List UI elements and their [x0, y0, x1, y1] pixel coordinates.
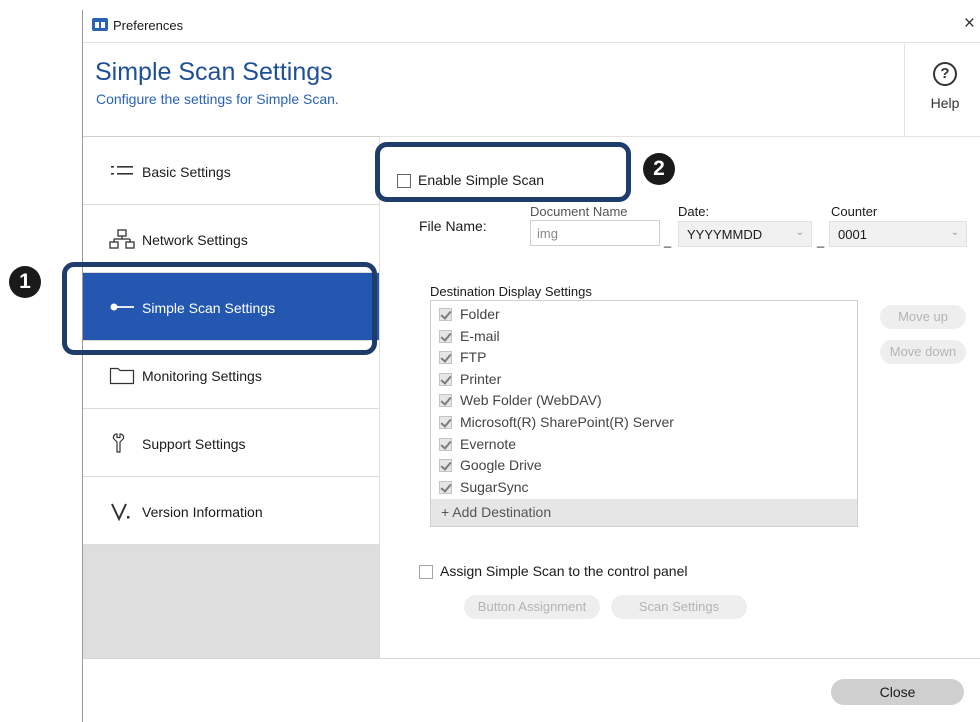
sidebar-item-label: Version Information — [142, 504, 263, 520]
sidebar-item-label: Basic Settings — [142, 164, 231, 180]
chevron-down-icon: ⌄ — [795, 227, 804, 238]
date-label: Date: — [678, 204, 750, 219]
destination-checkbox[interactable] — [439, 438, 452, 451]
counter-value: 0001 — [838, 227, 867, 242]
help-label: Help — [930, 95, 960, 111]
list-icon — [111, 166, 133, 175]
destination-checkbox[interactable] — [439, 373, 452, 386]
window-close-button[interactable]: × — [964, 14, 975, 34]
callout-simple-scan-settings — [62, 262, 377, 355]
page-header: Simple Scan Settings Configure the setti… — [83, 44, 980, 136]
page-subtitle: Configure the settings for Simple Scan. — [96, 91, 339, 107]
destination-heading: Destination Display Settings — [430, 284, 592, 299]
close-button[interactable]: Close — [831, 679, 964, 705]
scan-settings-button[interactable]: Scan Settings — [611, 595, 747, 619]
version-icon — [111, 503, 130, 521]
destination-label: SugarSync — [460, 479, 529, 495]
destination-label: Web Folder (WebDAV) — [460, 392, 602, 408]
destination-checkbox[interactable] — [439, 481, 452, 494]
header-divider — [904, 44, 905, 136]
sidebar-item-label: Support Settings — [142, 436, 246, 452]
sidebar-item-version-information[interactable]: Version Information — [83, 477, 379, 545]
destination-label: FTP — [460, 349, 487, 365]
destination-checkbox[interactable] — [439, 351, 452, 364]
destination-label: Printer — [460, 371, 502, 387]
counter-select[interactable]: 0001 ⌄ — [829, 221, 967, 247]
network-icon — [109, 229, 135, 249]
dialog-footer: Close — [83, 658, 980, 722]
counter-label: Counter — [831, 204, 878, 219]
add-destination-button[interactable]: + Add Destination — [431, 499, 857, 526]
separator-2: _ — [817, 233, 825, 248]
chevron-down-icon: ⌄ — [950, 227, 959, 238]
assign-control-panel-label: Assign Simple Scan to the control panel — [440, 563, 688, 579]
move-down-button[interactable]: Move down — [880, 340, 966, 364]
folder-icon — [109, 367, 135, 385]
simple-scan-settings-panel: Enable Simple Scan File Name: Document N… — [380, 136, 980, 658]
page-title: Simple Scan Settings — [95, 58, 333, 86]
title-bar: Preferences × — [83, 10, 980, 43]
help-button[interactable]: ? Help — [917, 62, 973, 124]
sidebar-item-label: Network Settings — [142, 232, 248, 248]
destination-checkbox[interactable] — [439, 330, 452, 343]
document-name-label: Document Name — [530, 204, 628, 219]
file-name-label: File Name: — [419, 218, 487, 234]
destination-label: Evernote — [460, 436, 517, 452]
button-assignment-button[interactable]: Button Assignment — [464, 595, 600, 619]
destination-label: Microsoft(R) SharePoint(R) Server — [460, 414, 674, 430]
window-title: Preferences — [113, 18, 184, 33]
document-name-input[interactable]: img — [530, 220, 660, 246]
destination-checkbox[interactable] — [439, 394, 452, 407]
date-format-value: YYYYMMDD — [687, 227, 763, 242]
destination-label: E-mail — [460, 328, 500, 344]
sidebar-item-label: Monitoring Settings — [142, 368, 262, 384]
callout-badge-1: 1 — [9, 266, 41, 298]
callout-enable-simple-scan — [375, 142, 631, 202]
sidebar-item-support-settings[interactable]: Support Settings — [83, 409, 379, 477]
settings-sidebar: Basic Settings Network Settings Simple S… — [83, 136, 380, 658]
destination-label: Google Drive — [460, 457, 542, 473]
destination-checkbox[interactable] — [439, 416, 452, 429]
date-format-select[interactable]: YYYYMMDD ⌄ — [678, 221, 812, 247]
destination-list: Folder E-mail FTP Printer Web Folder (We… — [430, 300, 858, 527]
separator-1: _ — [664, 233, 672, 248]
wrench-icon — [112, 433, 125, 453]
sidebar-item-basic-settings[interactable]: Basic Settings — [83, 137, 379, 205]
destination-checkbox[interactable] — [439, 459, 452, 472]
move-up-button[interactable]: Move up — [880, 305, 966, 329]
assign-control-panel-checkbox[interactable] — [419, 565, 433, 579]
help-icon: ? — [933, 62, 957, 86]
destination-checkbox[interactable] — [439, 308, 452, 321]
destination-label: Folder — [460, 306, 500, 322]
app-icon — [92, 18, 108, 31]
callout-badge-2: 2 — [643, 153, 675, 185]
preferences-window: Preferences × Simple Scan Settings Confi… — [82, 10, 980, 722]
